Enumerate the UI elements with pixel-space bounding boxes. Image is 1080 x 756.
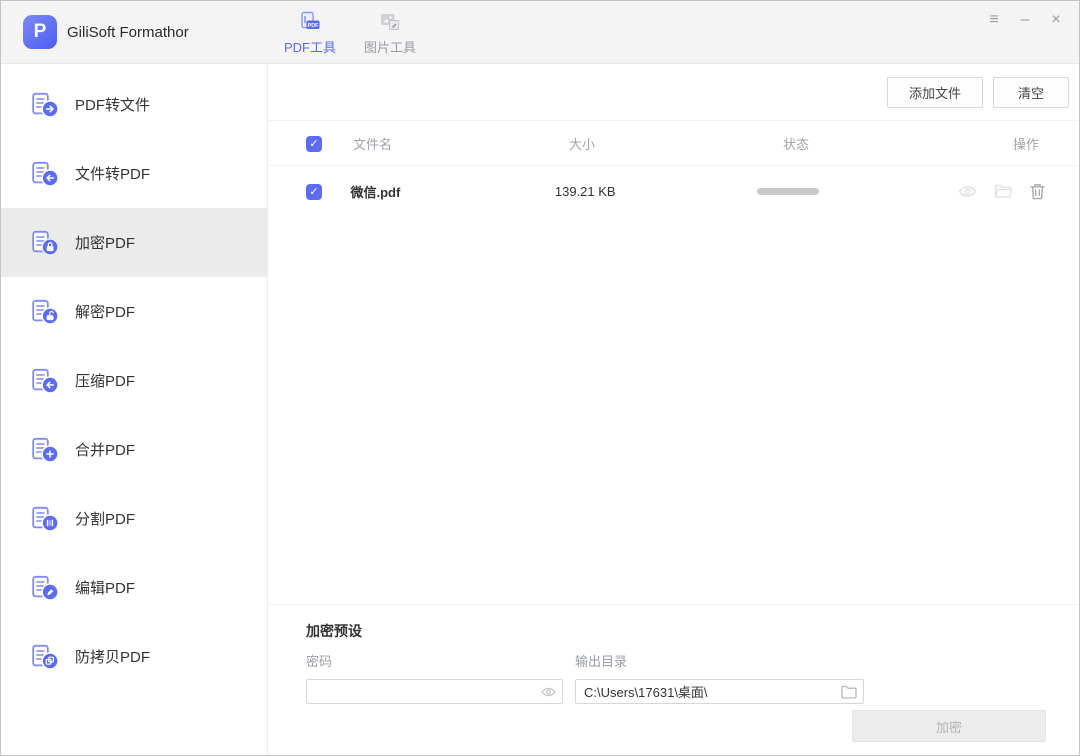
panel-actions: 加密: [852, 710, 1046, 742]
sidebar-item-label: 合并PDF: [75, 439, 135, 460]
sidebar-item-decrypt-pdf[interactable]: 解密PDF: [1, 277, 267, 346]
sidebar-item-label: 压缩PDF: [75, 370, 135, 391]
sidebar-item-split-pdf[interactable]: 分割PDF: [1, 484, 267, 553]
sidebar-item-pdf-to-file[interactable]: PDF转文件: [1, 70, 267, 139]
doc-arrow-left-icon: [31, 160, 59, 188]
sidebar-item-label: 文件转PDF: [75, 163, 150, 184]
sidebar-item-edit-pdf[interactable]: 编辑PDF: [1, 553, 267, 622]
file-size: 139.21 KB: [555, 184, 758, 199]
app-logo-icon: P: [23, 15, 57, 49]
progress-bar: [757, 188, 819, 195]
window-controls: ≡ – ×: [985, 9, 1065, 31]
file-name: 微信.pdf: [350, 182, 554, 201]
select-all-checkbox[interactable]: ✓: [306, 136, 322, 152]
tab-label: PDF工具: [284, 37, 336, 56]
doc-lock-icon: [31, 229, 59, 257]
app-title: GiliSoft Formathor: [67, 24, 189, 41]
doc-arrow-right-icon: [31, 91, 59, 119]
preview-eye-icon[interactable]: [958, 184, 977, 199]
column-header-actions: 操作: [995, 134, 1079, 153]
doc-plus-icon: [31, 436, 59, 464]
app-window: P GiliSoft Formathor PDF PDF工具: [0, 0, 1080, 756]
main-panel: 添加文件 清空 ✓ 文件名 大小 状态 操作 ✓ 微信.pdf 139.21 K…: [268, 64, 1079, 755]
minimize-button[interactable]: –: [1016, 9, 1034, 31]
doc-unlock-icon: [31, 298, 59, 326]
row-checkbox[interactable]: ✓: [306, 184, 322, 200]
pdf-tools-icon: PDF: [298, 10, 322, 34]
image-tools-icon: [378, 10, 402, 34]
close-button[interactable]: ×: [1047, 9, 1065, 31]
doc-split-icon: [31, 505, 59, 533]
row-actions: [958, 183, 1079, 200]
empty-area: [268, 216, 1079, 604]
doc-edit-icon: [31, 574, 59, 602]
password-eye-icon[interactable]: [541, 686, 556, 698]
sidebar-item-label: 解密PDF: [75, 301, 135, 322]
panel-fields: 密码 输出目录: [306, 651, 1079, 704]
doc-compress-icon: [31, 367, 59, 395]
password-input[interactable]: [306, 679, 563, 704]
sidebar-item-compress-pdf[interactable]: 压缩PDF: [1, 346, 267, 415]
brand: P GiliSoft Formathor: [23, 15, 189, 49]
sidebar-item-label: PDF转文件: [75, 94, 150, 115]
trash-icon[interactable]: [1030, 183, 1045, 200]
sidebar: PDF转文件文件转PDF 加密PDF 解密PDF 压缩PDF 合并PDF 分割PDF 编辑P…: [1, 64, 268, 755]
encrypt-preset-panel: 加密预设 密码: [268, 604, 1079, 755]
folder-icon[interactable]: [841, 685, 857, 698]
output-dir-label: 输出目录: [575, 651, 864, 670]
sidebar-item-label: 分割PDF: [75, 508, 135, 529]
open-folder-icon[interactable]: [994, 184, 1013, 199]
column-header-size: 大小: [569, 134, 783, 153]
sidebar-item-label: 加密PDF: [75, 232, 135, 253]
menu-icon[interactable]: ≡: [985, 9, 1003, 31]
password-label: 密码: [306, 651, 563, 670]
table-row: ✓ 微信.pdf 139.21 KB: [268, 166, 1079, 216]
sidebar-item-file-to-pdf[interactable]: 文件转PDF: [1, 139, 267, 208]
sidebar-item-merge-pdf[interactable]: 合并PDF: [1, 415, 267, 484]
output-dir-input[interactable]: [575, 679, 864, 704]
sidebar-item-copy-protect-pdf[interactable]: 防拷贝PDF: [1, 622, 267, 691]
tab-image-tools[interactable]: 图片工具: [364, 10, 416, 56]
output-dir-field: 输出目录: [575, 651, 864, 704]
app-body: PDF转文件文件转PDF 加密PDF 解密PDF 压缩PDF 合并PDF 分割PDF 编辑P…: [1, 64, 1079, 755]
svg-text:PDF: PDF: [308, 23, 319, 29]
sidebar-item-encrypt-pdf[interactable]: 加密PDF: [1, 208, 267, 277]
tab-pdf-tools[interactable]: PDF PDF工具: [284, 10, 336, 56]
panel-title: 加密预设: [306, 621, 1079, 641]
encrypt-button[interactable]: 加密: [852, 710, 1046, 742]
column-header-filename: 文件名: [353, 134, 569, 153]
toolbar: 添加文件 清空: [268, 64, 1079, 121]
password-field: 密码: [306, 651, 563, 704]
table-header: ✓ 文件名 大小 状态 操作: [268, 121, 1079, 166]
sidebar-item-label: 编辑PDF: [75, 577, 135, 598]
sidebar-item-label: 防拷贝PDF: [75, 646, 150, 667]
top-tabs: PDF PDF工具 图片工具: [284, 10, 416, 56]
clear-button[interactable]: 清空: [993, 77, 1069, 108]
app-header: P GiliSoft Formathor PDF PDF工具: [1, 1, 1079, 64]
add-files-button[interactable]: 添加文件: [887, 77, 983, 108]
column-header-status: 状态: [783, 134, 995, 153]
tab-label: 图片工具: [364, 37, 416, 56]
doc-copy-protect-icon: [31, 643, 59, 671]
